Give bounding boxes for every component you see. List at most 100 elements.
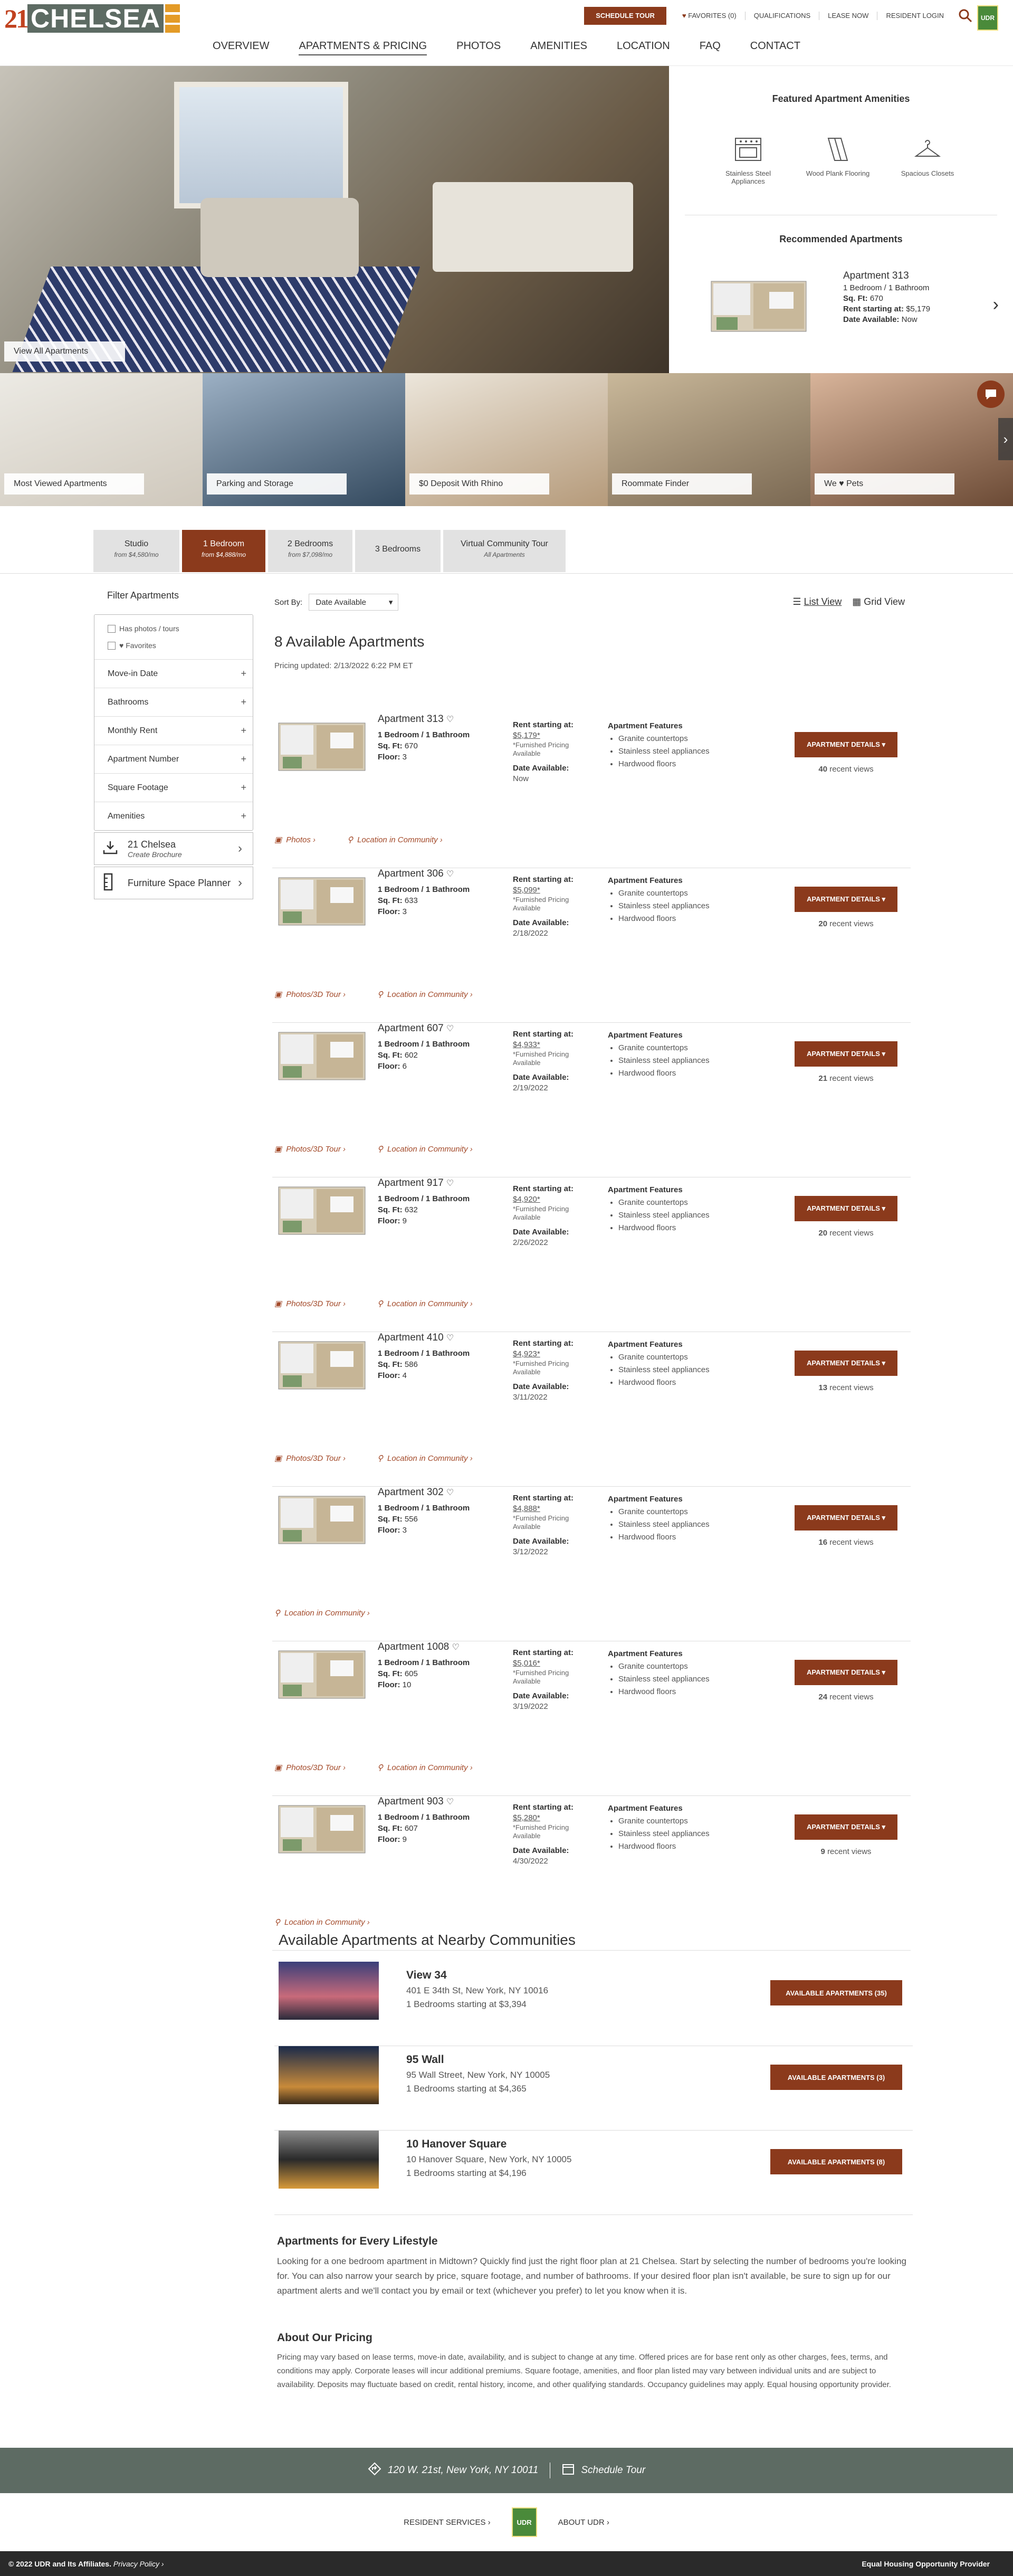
grid-view-button[interactable]: ▦ Grid View [852, 596, 905, 607]
rent-value[interactable]: $4,923* [513, 1349, 597, 1360]
heart-outline-icon[interactable]: ♡ [446, 715, 454, 724]
udr-logo[interactable]: UDR [977, 5, 998, 31]
photos-link[interactable]: ▣ Photos › [274, 835, 316, 845]
chevron-right-icon[interactable]: › [993, 294, 999, 315]
location-link[interactable]: ⚲ Location in Community › [377, 1299, 473, 1309]
location-link[interactable]: ⚲ Location in Community › [274, 1917, 370, 1927]
apartment-details-button[interactable]: APARTMENT DETAILS ▾ [795, 1660, 897, 1685]
schedule-tour-button[interactable]: SCHEDULE TOUR [584, 7, 666, 25]
resident-login-link[interactable]: RESIDENT LOGIN [877, 12, 952, 20]
floorplan-image[interactable] [274, 868, 369, 931]
heart-outline-icon[interactable]: ♡ [446, 1179, 454, 1188]
photos-link[interactable]: ▣ Photos/3D Tour › [274, 1299, 346, 1309]
available-apartments-button[interactable]: AVAILABLE APARTMENTS (35) [770, 1980, 902, 2005]
tile-pets[interactable]: We ♥ Pets › [810, 373, 1013, 506]
location-link[interactable]: ⚲ Location in Community › [274, 1608, 370, 1618]
filter-move-in-date[interactable]: Move-in Date + [94, 659, 253, 688]
heart-outline-icon[interactable]: ♡ [446, 1334, 454, 1343]
favorites-checkbox[interactable]: ♥ Favorites [94, 637, 253, 654]
available-apartments-button[interactable]: AVAILABLE APARTMENTS (8) [770, 2149, 902, 2174]
lease-now-link[interactable]: LEASE NOW [819, 12, 877, 20]
list-view-button[interactable]: ☰ List View [792, 596, 842, 607]
carousel-next-icon[interactable]: › [998, 418, 1013, 460]
qualifications-link[interactable]: QUALIFICATIONS [744, 12, 819, 20]
tile-most-viewed[interactable]: Most Viewed Apartments [0, 373, 203, 506]
about-udr-link[interactable]: ABOUT UDR › [558, 2518, 609, 2527]
nav-photos[interactable]: PHOTOS [456, 40, 501, 55]
apartment-details-button[interactable]: APARTMENT DETAILS ▾ [795, 887, 897, 912]
rent-value[interactable]: $5,099* [513, 885, 597, 896]
tab-3-bedrooms[interactable]: 3 Bedrooms [355, 530, 441, 572]
tile-deposit[interactable]: $0 Deposit With Rhino [405, 373, 608, 506]
photos-link[interactable]: ▣ Photos/3D Tour › [274, 1763, 346, 1773]
nav-contact[interactable]: CONTACT [750, 40, 800, 55]
apartment-name[interactable]: Apartment 410 ♡ [378, 1332, 454, 1344]
footer-schedule-tour[interactable]: Schedule Tour [581, 2465, 645, 2476]
rent-value[interactable]: $4,933* [513, 1040, 597, 1050]
heart-outline-icon[interactable]: ♡ [446, 1024, 454, 1033]
filter-bathrooms[interactable]: Bathrooms + [94, 688, 253, 716]
rent-value[interactable]: $4,920* [513, 1194, 597, 1205]
floorplan-image[interactable] [274, 1796, 369, 1859]
create-brochure-link[interactable]: 21 Chelsea Create Brochure › [94, 832, 253, 865]
apartment-details-button[interactable]: APARTMENT DETAILS ▾ [795, 1505, 897, 1531]
rent-value[interactable]: $5,016* [513, 1658, 597, 1669]
apartment-name[interactable]: Apartment 903 ♡ [378, 1796, 454, 1808]
has-photos-checkbox[interactable]: Has photos / tours [94, 620, 253, 637]
nav-location[interactable]: LOCATION [617, 40, 670, 55]
privacy-link[interactable]: Privacy Policy › [113, 2560, 164, 2568]
apartment-name[interactable]: Apartment 306 ♡ [378, 868, 454, 880]
apartment-name[interactable]: Apartment 917 ♡ [378, 1177, 454, 1189]
apartment-name[interactable]: Apartment 302 ♡ [378, 1487, 454, 1498]
photos-link[interactable]: ▣ Photos/3D Tour › [274, 990, 346, 1000]
search-icon[interactable] [958, 8, 973, 24]
floorplan-image[interactable] [274, 1332, 369, 1395]
floorplan-image[interactable] [274, 1641, 369, 1705]
apartment-details-button[interactable]: APARTMENT DETAILS ▾ [795, 1814, 897, 1840]
location-link[interactable]: ⚲ Location in Community › [377, 1144, 473, 1154]
tile-parking[interactable]: Parking and Storage [203, 373, 405, 506]
floorplan-image[interactable] [274, 1177, 369, 1241]
available-apartments-button[interactable]: AVAILABLE APARTMENTS (3) [770, 2065, 902, 2090]
photos-link[interactable]: ▣ Photos/3D Tour › [274, 1144, 346, 1154]
rent-value[interactable]: $5,179* [513, 730, 597, 741]
apartment-details-button[interactable]: APARTMENT DETAILS ▾ [795, 1351, 897, 1376]
location-link[interactable]: ⚲ Location in Community › [347, 835, 443, 845]
filter-amenities[interactable]: Amenities + [94, 802, 253, 830]
checkbox-box[interactable] [108, 624, 116, 633]
location-link[interactable]: ⚲ Location in Community › [377, 1763, 473, 1773]
floorplan-image[interactable] [274, 714, 369, 777]
favorites-link[interactable]: ♥ FAVORITES (0) [674, 12, 745, 20]
tab-1-bedroom[interactable]: 1 Bedroom from $4,888/mo [182, 530, 265, 572]
nav-faq[interactable]: FAQ [700, 40, 721, 55]
location-link[interactable]: ⚲ Location in Community › [377, 990, 473, 1000]
udr-footer-logo[interactable]: UDR [511, 2507, 537, 2537]
tile-roommate[interactable]: Roommate Finder [608, 373, 810, 506]
heart-outline-icon[interactable]: ♡ [446, 1798, 454, 1807]
tab-2-bedrooms[interactable]: 2 Bedrooms from $7,098/mo [268, 530, 352, 572]
view-all-apartments-button[interactable]: View All Apartments [4, 341, 126, 362]
tab-studio[interactable]: Studio from $4,580/mo [93, 530, 179, 572]
location-link[interactable]: ⚲ Location in Community › [377, 1453, 473, 1463]
apartment-name[interactable]: Apartment 607 ♡ [378, 1023, 454, 1034]
floorplan-image[interactable] [274, 1487, 369, 1550]
apartment-name[interactable]: Apartment 313 ♡ [378, 714, 454, 725]
photos-link[interactable]: ▣ Photos/3D Tour › [274, 1453, 346, 1463]
heart-outline-icon[interactable]: ♡ [452, 1643, 459, 1652]
filter-monthly-rent[interactable]: Monthly Rent + [94, 716, 253, 745]
chat-icon[interactable] [977, 381, 1005, 408]
heart-outline-icon[interactable]: ♡ [446, 870, 454, 879]
nav-amenities[interactable]: AMENITIES [530, 40, 587, 55]
apartment-name[interactable]: Apartment 1008 ♡ [378, 1641, 460, 1653]
resident-services-link[interactable]: RESIDENT SERVICES › [404, 2518, 491, 2527]
filter-apartment-number[interactable]: Apartment Number + [94, 745, 253, 773]
filter-square-footage[interactable]: Square Footage + [94, 773, 253, 802]
sort-select[interactable]: Date Available ▾ [309, 594, 399, 611]
checkbox-box[interactable] [108, 641, 116, 650]
floorplan-image[interactable] [274, 1023, 369, 1086]
heart-outline-icon[interactable]: ♡ [446, 1488, 454, 1497]
rent-value[interactable]: $4,888* [513, 1504, 597, 1514]
nav-overview[interactable]: OVERVIEW [213, 40, 269, 55]
furniture-planner-link[interactable]: Furniture Space Planner › [94, 867, 253, 899]
apartment-details-button[interactable]: APARTMENT DETAILS ▾ [795, 1041, 897, 1067]
